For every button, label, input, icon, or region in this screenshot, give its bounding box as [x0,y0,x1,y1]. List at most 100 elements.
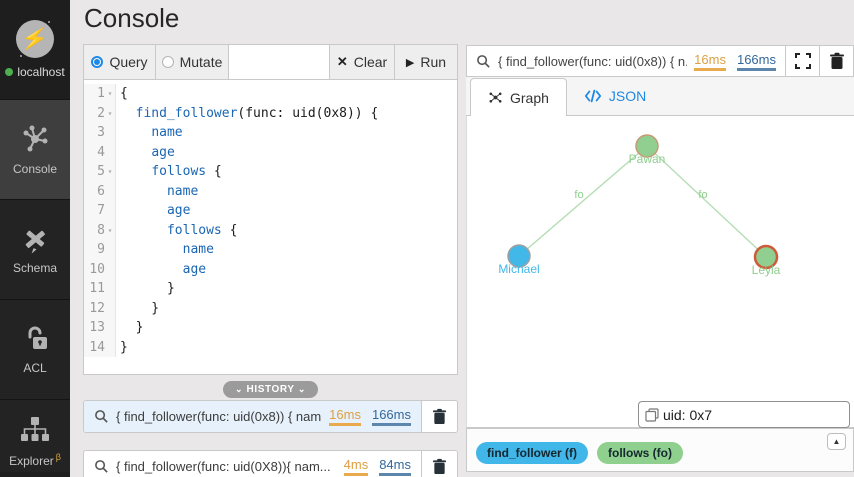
toolbar-spacer [229,45,329,79]
code-line[interactable]: 4 age [84,143,457,163]
sidebar-item-explorer[interactable]: Explorerβ [0,400,70,472]
history-item[interactable]: { find_follower(func: uid(0x8)) { nam...… [83,400,458,433]
line-number: 14 [84,338,116,358]
code-line[interactable]: 14} [84,338,457,358]
code-text: find_follower(func: uid(0x8)) { [116,104,378,124]
graph-canvas[interactable]: fofoPawanMichaelLeyla uid: 0x7 [466,116,854,428]
run-label: Run [420,54,446,70]
graph-svg: fofoPawanMichaelLeyla [467,116,854,428]
tab-json-label: JSON [609,88,646,104]
code-line[interactable]: 12 } [84,299,457,319]
logo-orbit-dot [46,19,52,25]
clear-result-button[interactable] [819,46,853,76]
line-number: 9 [84,240,116,260]
code-text: follows { [116,162,222,182]
graph-node-label: Leyla [752,263,781,277]
mutate-mode-button[interactable]: Mutate [156,45,229,79]
sidebar-item-label: Explorerβ [9,452,61,468]
run-button[interactable]: ▶ Run [394,45,457,79]
legend-collapse-button[interactable]: ▲ [827,433,846,450]
history-toggle-button[interactable]: ⌄ HISTORY ⌄ [223,381,318,398]
server-latency-badge: 16ms [329,407,361,426]
history-item[interactable]: { find_follower(func: uid(0X8)){ nam... … [83,450,458,477]
code-line[interactable]: 13 } [84,318,457,338]
code-line[interactable]: 11 } [84,279,457,299]
code-text: } [116,299,159,319]
console-graph-icon [19,123,51,155]
code-line[interactable]: 9 name [84,240,457,260]
acl-unlock-icon [20,324,50,354]
search-icon [94,459,109,474]
line-number: 13 [84,318,116,338]
code-line[interactable]: 6 name [84,182,457,202]
beta-badge: β [56,452,61,462]
clear-x-icon: ✕ [337,54,348,70]
result-tabs: Graph JSON [466,77,854,116]
delete-history-button[interactable] [421,451,457,477]
sidebar-item-acl[interactable]: ACL [0,300,70,400]
tab-graph-label: Graph [510,90,549,106]
line-number: 6 [84,182,116,202]
fullscreen-button[interactable] [785,46,819,76]
sidebar-item-label: Console [13,162,57,176]
code-line[interactable]: 5▾ follows { [84,162,457,182]
code-line[interactable]: 8▾ follows { [84,221,457,241]
code-text: { [116,84,128,104]
fold-arrow-icon[interactable]: ▾ [105,84,115,104]
schema-tools-icon [20,224,50,254]
total-latency-badge: 166ms [737,52,776,71]
sidebar-item-console[interactable]: Console [0,100,70,200]
clear-label: Clear [354,54,387,70]
chevron-down-icon: ⌄ [298,384,306,394]
code-text: age [116,201,190,221]
delete-history-button[interactable] [421,401,457,432]
code-text: age [116,260,206,280]
trash-icon [432,458,447,475]
legend-pill-follows[interactable]: follows (fo) [597,442,683,464]
result-query-bar: { find_follower(func: uid(0x8)) { n... 1… [466,45,854,77]
mutate-radio-icon [162,56,174,68]
line-number: 7 [84,201,116,221]
sidebar-item-label: Schema [13,261,57,275]
chevron-down-icon: ⌄ [235,384,243,394]
run-play-icon: ▶ [406,56,414,69]
line-number: 8▾ [84,221,116,241]
graph-edge-label: fo [698,189,707,201]
line-number: 10 [84,260,116,280]
line-number: 11 [84,279,116,299]
graph-node-label: Pawan [629,152,666,166]
clear-button[interactable]: ✕ Clear [329,45,394,79]
editor-toolbar: Query Mutate ✕ Clear ▶ Run [83,44,458,80]
total-latency-badge: 166ms [372,407,411,426]
line-number: 12 [84,299,116,319]
trash-icon [829,52,845,70]
legend-pill-find-follower[interactable]: find_follower (f) [476,442,588,464]
collapse-up-icon: ▲ [833,437,841,446]
search-icon [476,54,491,69]
fold-arrow-icon[interactable]: ▾ [105,104,115,124]
query-radio-icon [91,56,103,68]
line-number: 1▾ [84,84,116,104]
mutate-mode-label: Mutate [180,54,223,70]
code-line[interactable]: 10 age [84,260,457,280]
sidebar-item-schema[interactable]: Schema [0,200,70,300]
graph-tab-icon [488,90,503,105]
code-line[interactable]: 3 name [84,123,457,143]
code-line[interactable]: 1▾{ [84,84,457,104]
tab-graph[interactable]: Graph [470,78,567,116]
sidebar-item-label: ACL [23,361,46,375]
server-latency-badge: 4ms [344,457,369,476]
sidebar-logo-section[interactable]: ⚡ localhost [0,0,70,100]
code-line[interactable]: 7 age [84,201,457,221]
line-number: 3 [84,123,116,143]
fold-arrow-icon[interactable]: ▾ [105,221,115,241]
result-query-summary[interactable]: { find_follower(func: uid(0x8)) { n... 1… [467,46,785,76]
code-line[interactable]: 2▾ find_follower(func: uid(0x8)) { [84,104,457,124]
query-mode-button[interactable]: Query [84,45,156,79]
tab-json[interactable]: JSON [567,77,663,115]
fold-arrow-icon[interactable]: ▾ [105,162,115,182]
copy-icon[interactable] [645,408,659,422]
line-number: 5▾ [84,162,116,182]
graph-node-label: Michael [498,262,539,276]
query-editor[interactable]: 1▾{2▾ find_follower(func: uid(0x8)) {3 n… [83,80,458,375]
